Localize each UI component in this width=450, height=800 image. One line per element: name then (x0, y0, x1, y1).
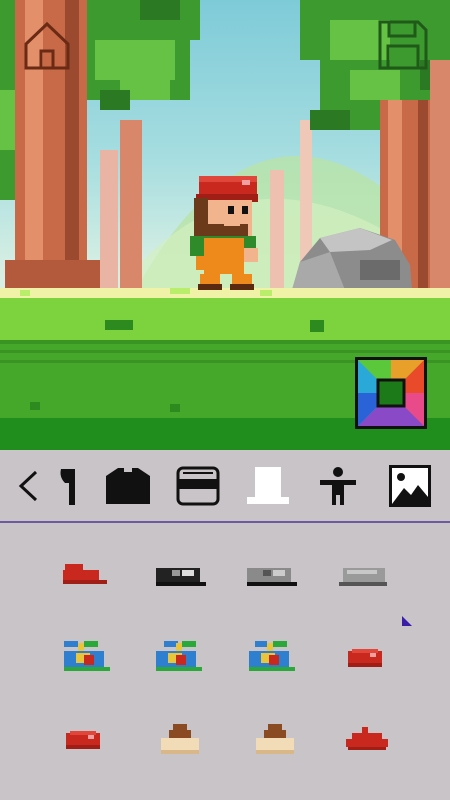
body-icon (320, 467, 356, 505)
grey-cap-icon (339, 568, 387, 586)
item-red-beanie[interactable] (340, 643, 400, 693)
poop-hat-icon (256, 724, 294, 754)
hat-item-grid (0, 525, 450, 800)
item-red-beret[interactable] (340, 725, 400, 775)
color-picker-icon (358, 360, 424, 426)
tab-body[interactable] (313, 461, 363, 511)
grey-black-cap-icon (247, 568, 297, 586)
propeller-cap-icon (156, 641, 202, 671)
item-red-cap[interactable] (55, 560, 115, 610)
axe-icon (60, 469, 75, 505)
toolbar-divider (0, 521, 450, 523)
shirt-icon (106, 468, 150, 504)
item-red-beanie-2[interactable] (58, 725, 118, 775)
red-cap-icon (63, 564, 107, 584)
game-scene (0, 0, 450, 450)
tab-face[interactable] (173, 461, 223, 511)
red-beanie-icon (66, 731, 100, 749)
tab-axe[interactable] (45, 461, 95, 511)
propeller-cap-icon (249, 641, 295, 671)
tab-shirt[interactable] (103, 461, 153, 511)
red-beret-icon (346, 727, 388, 750)
propeller-cap-icon (64, 641, 110, 671)
item-poop-hat-2[interactable] (250, 720, 310, 770)
home-icon (24, 21, 70, 70)
item-black-cap[interactable] (152, 560, 212, 610)
red-beanie-icon (348, 649, 382, 667)
poop-hat-icon (161, 724, 199, 754)
item-propeller-cap-3[interactable] (243, 637, 303, 687)
chevron-left-icon (18, 470, 38, 502)
landscape-icon (389, 465, 431, 507)
back-button[interactable] (8, 461, 48, 511)
face-glasses-icon (176, 466, 220, 506)
save-button[interactable] (376, 18, 430, 72)
save-icon (378, 20, 428, 70)
item-poop-hat[interactable] (155, 720, 215, 770)
hat-icon (247, 467, 289, 504)
color-picker-button[interactable] (355, 357, 427, 429)
category-toolbar (0, 451, 450, 523)
triangle-cursor-icon (402, 616, 412, 626)
item-propeller-cap[interactable] (58, 637, 118, 687)
tab-background[interactable] (385, 461, 435, 511)
tab-hat[interactable] (243, 461, 293, 511)
home-button[interactable] (20, 18, 74, 72)
item-grey-cap[interactable] (335, 560, 395, 610)
item-propeller-cap-2[interactable] (150, 637, 210, 687)
cursor-marker (400, 613, 414, 627)
item-grey-black-cap[interactable] (243, 560, 303, 610)
black-cap-icon (156, 568, 206, 586)
